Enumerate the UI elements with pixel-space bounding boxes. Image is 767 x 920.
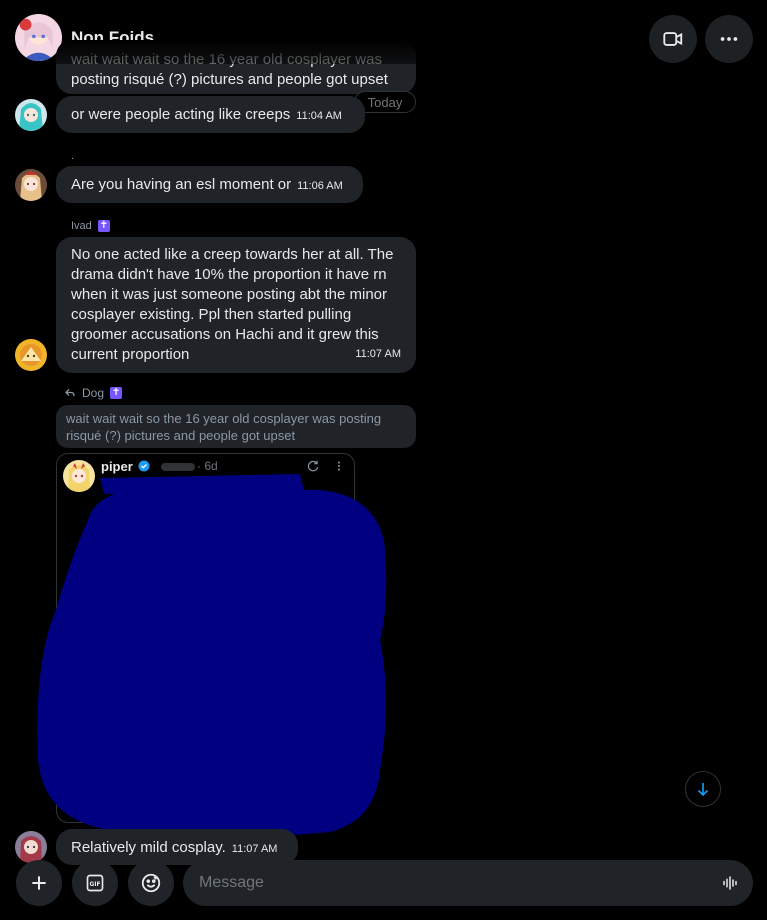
voice-message-icon[interactable]	[721, 874, 739, 892]
group-avatar[interactable]	[15, 14, 62, 61]
message-time: 11:07 AM	[231, 843, 278, 855]
video-call-button[interactable]	[649, 15, 697, 63]
quoted-message[interactable]: wait wait wait so the 16 year old cospla…	[56, 405, 416, 448]
gif-button[interactable]: GIF	[72, 860, 118, 906]
emoji-icon	[141, 873, 161, 893]
sender-name[interactable]: .	[71, 150, 74, 162]
avatar[interactable]	[15, 339, 47, 371]
message-composer[interactable]	[183, 860, 753, 906]
sender-name[interactable]: Ivad ✝	[71, 220, 110, 232]
more-options-icon	[720, 37, 738, 41]
arrow-down-icon	[697, 783, 709, 797]
svg-text:GIF: GIF	[90, 882, 101, 888]
verified-badge-icon	[138, 460, 150, 472]
message-input[interactable]	[199, 860, 699, 906]
plus-icon	[32, 876, 46, 890]
reply-arrow-icon	[65, 389, 75, 397]
message-time: 11:06 AM	[297, 180, 343, 192]
repost-icon[interactable]	[306, 459, 320, 473]
scroll-to-bottom-button[interactable]	[685, 771, 721, 807]
cross-badge-icon: ✝	[110, 387, 123, 399]
embed-author-name: piper	[101, 459, 150, 474]
avatar[interactable]	[15, 99, 47, 131]
emoji-button[interactable]	[128, 860, 174, 906]
avatar[interactable]	[15, 831, 47, 863]
more-options-button[interactable]	[705, 15, 753, 63]
cross-badge-icon: ✝	[97, 220, 110, 232]
message-text: Are you having an esl moment or	[71, 176, 292, 193]
redacted-handle	[161, 463, 195, 471]
message-bubble[interactable]: Are you having an esl moment or 11:06 AM	[56, 166, 363, 203]
message-text: Relatively mild cosplay.	[71, 839, 226, 856]
header-fade	[56, 40, 416, 64]
quoted-text: wait wait wait so the 16 year old cospla…	[66, 411, 382, 443]
add-attachment-button[interactable]	[16, 860, 62, 906]
message-bubble[interactable]: No one acted like a creep towards her at…	[56, 237, 416, 373]
message-time: 11:07 AM	[355, 348, 401, 360]
gif-icon: GIF	[86, 874, 104, 892]
video-call-icon	[663, 32, 683, 46]
message-time: 11:04 AM	[296, 110, 342, 122]
embedded-post[interactable]: piper · 6d	[56, 453, 355, 823]
more-icon[interactable]	[333, 459, 345, 473]
embed-age: · 6d	[197, 459, 218, 473]
message-text: or were people acting like creeps	[71, 106, 291, 123]
avatar[interactable]	[15, 169, 47, 201]
embed-author-avatar	[63, 460, 95, 492]
message-bubble[interactable]: or were people acting like creeps 11:04 A…	[56, 96, 365, 133]
reply-context[interactable]: Dog ✝	[64, 386, 123, 400]
